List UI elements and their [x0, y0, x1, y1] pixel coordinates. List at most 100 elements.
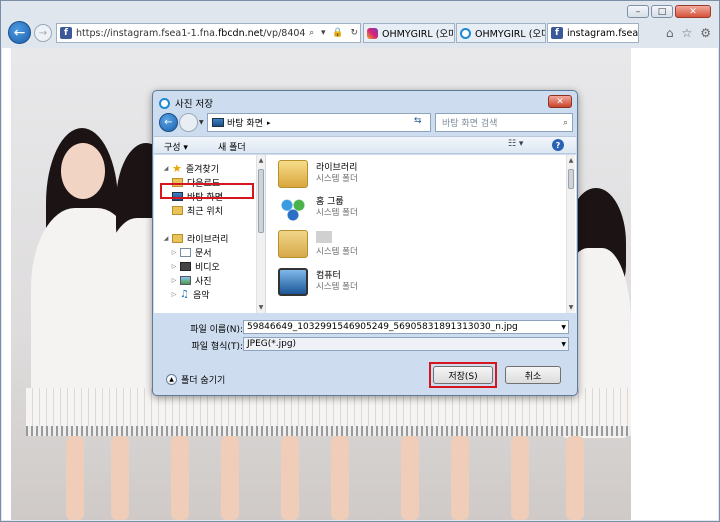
nav-label: 비디오: [195, 262, 220, 273]
nav-videos[interactable]: ▷ 비디오: [170, 259, 220, 273]
lace-trim: [26, 426, 631, 436]
arrow-left-icon: ←: [13, 24, 26, 41]
organize-menu[interactable]: 구성 ▾: [164, 140, 188, 153]
nav-label: 음악: [192, 290, 210, 301]
url-prefix: https://instagram.fsea1-1.fna.: [76, 27, 218, 39]
address-tools[interactable]: ⌕ ▾ 🔒 ↻: [309, 28, 360, 38]
library-icon: [172, 233, 183, 243]
collapse-arrow-icon[interactable]: ◢: [162, 235, 170, 242]
nav-music[interactable]: ▷ ♫ 음악: [170, 287, 210, 301]
settings-gear-icon[interactable]: ⚙: [700, 26, 711, 40]
expand-arrow-icon[interactable]: ▷: [170, 249, 178, 256]
dialog-close-button[interactable]: ✕: [548, 95, 572, 108]
document-icon: [180, 247, 191, 257]
homegroup-icon: [278, 194, 308, 222]
nav-favorites[interactable]: ◢ ★ 즐겨찾기: [162, 161, 219, 175]
filename-input[interactable]: 59846649_1032991546905249_56905831891313…: [243, 320, 569, 334]
file-name: 컴퓨터: [316, 271, 341, 281]
close-window-button[interactable]: ✕: [675, 5, 711, 18]
save-picture-dialog: 사진 저장 ✕ ← ▼ 바탕 화면 ▸ ⇆ 바탕 화면 검색 ⌕ 구성 ▾ 새 …: [152, 90, 578, 396]
tab-ohmygirl-instagram[interactable]: OHMYGIRL (오마...: [363, 23, 455, 43]
address-bar[interactable]: f https://instagram.fsea1-1.fna.fbcdn.ne…: [56, 23, 361, 43]
person-face: [61, 143, 105, 199]
dialog-toolbar: 구성 ▾ 새 폴더 ☷ ▾ ?: [154, 136, 576, 154]
music-icon: ♫: [180, 288, 189, 300]
forward-button[interactable]: →: [34, 24, 52, 42]
file-type: 시스템 폴더: [316, 282, 358, 292]
leg: [171, 436, 189, 520]
scroll-down-icon[interactable]: ▼: [257, 304, 265, 311]
maximize-button[interactable]: □: [651, 5, 673, 18]
arrow-right-icon: →: [38, 27, 48, 39]
dialog-titlebar: 사진 저장: [159, 96, 213, 110]
recent-locations-dropdown[interactable]: ▼: [199, 119, 204, 126]
path-label: 바탕 화면: [227, 119, 263, 129]
scroll-down-icon[interactable]: ▼: [567, 304, 575, 311]
favorites-star-icon[interactable]: ☆: [681, 26, 692, 40]
chevron-down-icon[interactable]: ▼: [561, 341, 566, 348]
leg: [111, 436, 129, 520]
back-button[interactable]: ←: [8, 21, 31, 44]
instagram-icon: [367, 27, 378, 39]
dialog-forward-button[interactable]: [179, 113, 198, 132]
url-domain: fbcdn.net: [217, 27, 264, 39]
nav-pictures[interactable]: ▷ 사진: [170, 273, 212, 287]
path-arrow-icon[interactable]: ▸: [267, 119, 271, 127]
scroll-up-icon[interactable]: ▲: [257, 157, 265, 164]
tab-ohmygirl-ie[interactable]: OHMYGIRL (오마...: [456, 23, 546, 43]
expand-arrow-icon[interactable]: ▷: [170, 277, 178, 284]
user-folder-icon: [278, 230, 308, 258]
browser-navbar: ← → f https://instagram.fsea1-1.fna.fbcd…: [1, 20, 719, 46]
hide-folders-toggle[interactable]: ▲ 폴더 숨기기: [166, 373, 225, 386]
dialog-back-button[interactable]: ←: [159, 113, 178, 132]
expand-arrow-icon[interactable]: ▷: [170, 263, 178, 270]
ie-icon: [460, 27, 471, 39]
nav-label: 문서: [195, 248, 212, 259]
tab-label: instagram.fsea...: [567, 27, 639, 39]
nav-recent-places[interactable]: 최근 위치: [172, 203, 223, 217]
scroll-thumb[interactable]: [258, 169, 264, 233]
file-item-user-folder[interactable]: 시스템 폴더: [278, 227, 358, 261]
tab-instagram-active[interactable]: f instagram.fsea... ×: [547, 23, 639, 43]
expand-arrow-icon[interactable]: ▷: [170, 291, 178, 298]
nav-scrollbar[interactable]: ▲ ▼: [256, 155, 265, 313]
file-type: 시스템 폴더: [316, 208, 358, 218]
leg: [221, 436, 239, 520]
file-item-homegroup[interactable]: 홈 그룹 시스템 폴더: [278, 191, 358, 225]
file-type: 시스템 폴더: [316, 174, 358, 184]
leg: [566, 436, 584, 520]
chevron-down-icon[interactable]: ▼: [561, 324, 566, 331]
minimize-button[interactable]: –: [627, 5, 649, 18]
nav-label: 최근 위치: [187, 206, 223, 217]
file-item-libraries[interactable]: 라이브러리 시스템 폴더: [278, 157, 358, 191]
address-url[interactable]: https://instagram.fsea1-1.fna.fbcdn.net/…: [76, 28, 306, 39]
filename-value: 59846649_1032991546905249_56905831891313…: [247, 322, 518, 332]
search-input[interactable]: 바탕 화면 검색 ⌕: [435, 113, 573, 132]
file-list-scrollbar[interactable]: ▲ ▼: [566, 155, 575, 313]
nav-documents[interactable]: ▷ 문서: [170, 245, 212, 259]
dialog-title: 사진 저장: [175, 99, 213, 110]
new-folder-button[interactable]: 새 폴더: [218, 140, 246, 153]
facebook-icon: f: [551, 27, 563, 39]
filetype-select[interactable]: JPEG(*.jpg) ▼: [243, 337, 569, 351]
home-icon[interactable]: ⌂: [666, 26, 674, 40]
nav-libraries[interactable]: ◢ 라이브러리: [162, 231, 228, 245]
scroll-thumb[interactable]: [568, 169, 574, 189]
location-path[interactable]: 바탕 화면 ▸: [207, 113, 431, 132]
refresh-icon[interactable]: ⇆: [414, 116, 422, 126]
cancel-button[interactable]: 취소: [505, 366, 561, 384]
navigation-pane: ◢ ★ 즐겨찾기 다운로드 바탕 화면 최근 위치 ◢ 라이브러리 ▷ 문서 ▷…: [154, 155, 266, 313]
tab-label: OHMYGIRL (오마...: [475, 29, 545, 40]
collapse-arrow-icon[interactable]: ◢: [162, 165, 170, 172]
help-icon[interactable]: ?: [552, 139, 564, 151]
scroll-up-icon[interactable]: ▲: [567, 157, 575, 164]
nav-label: 즐겨찾기: [185, 164, 219, 175]
file-list: 라이브러리 시스템 폴더 홈 그룹 시스템 폴더 시스템 폴더 컴퓨터 시스템 폴더: [272, 155, 564, 313]
redaction-block: [316, 230, 332, 243]
hide-folders-label: 폴더 숨기기: [181, 376, 226, 386]
view-options-icon[interactable]: ☷ ▾: [508, 139, 523, 149]
file-name-redacted: [316, 230, 358, 247]
arrow-left-icon: ←: [164, 117, 173, 128]
file-item-computer[interactable]: 컴퓨터 시스템 폴더: [278, 265, 358, 299]
save-highlight-box: [429, 362, 497, 388]
